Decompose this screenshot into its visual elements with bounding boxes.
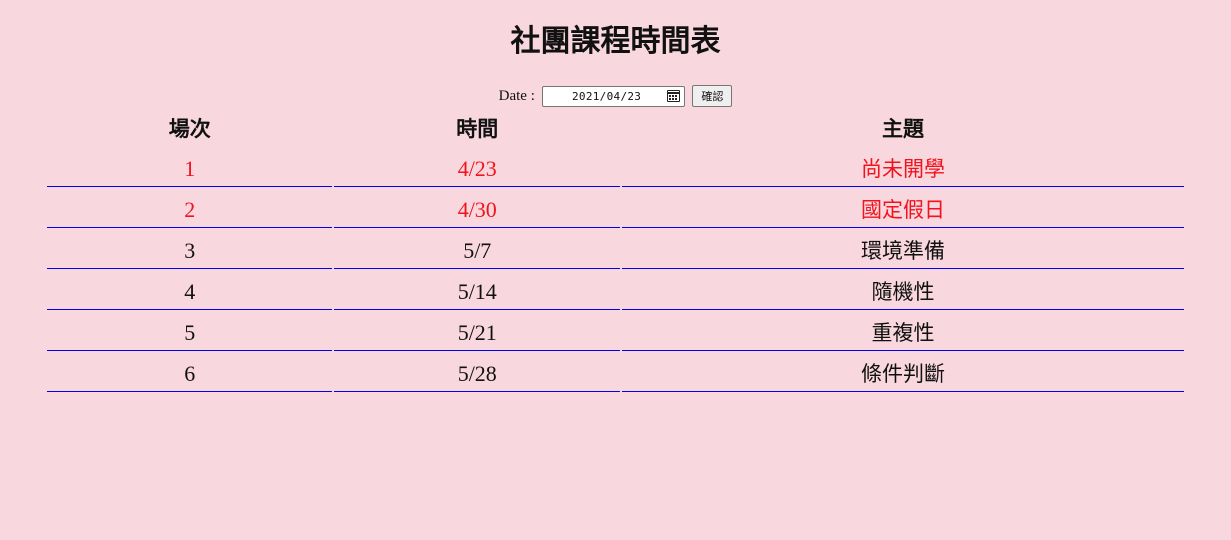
table-row: 5 5/21 重複性 [47,310,1184,351]
header-topic: 主題 [882,117,924,141]
cell-topic: 尚未開學 [622,146,1184,187]
cell-topic: 條件判斷 [622,351,1184,392]
table-row: 4 5/14 隨機性 [47,269,1184,310]
date-label: Date : [498,87,535,104]
calendar-icon[interactable] [666,90,680,102]
date-input[interactable]: 2021/04/23 [541,85,685,107]
cell-session: 3 [47,228,333,269]
cell-date: 5/14 [334,269,621,310]
cell-topic: 隨機性 [622,269,1184,310]
cell-topic: 國定假日 [622,187,1184,228]
table-header-row: 場次 時間 主題 [47,110,1184,146]
page-title: 社團課程時間表 [510,24,721,59]
cell-session: 1 [47,146,333,187]
table-row: 3 5/7 環境準備 [47,228,1184,269]
date-value: 2021/04/23 [571,89,642,103]
cell-session: 4 [47,269,333,310]
cell-date: 4/30 [334,187,621,228]
header-session: 場次 [168,117,211,141]
cell-session: 6 [47,351,333,392]
cell-date: 5/21 [334,310,621,351]
cell-session: 2 [47,187,333,228]
schedule-table: 場次 時間 主題 1 4/23 尚未開學 2 4/30 國定假日 3 5/7 環… [45,110,1186,392]
cell-topic: 環境準備 [622,228,1184,269]
table-row: 2 4/30 國定假日 [47,187,1184,228]
table-row: 1 4/23 尚未開學 [47,146,1184,187]
confirm-button[interactable]: 確認 [692,85,733,107]
date-filter-row: Date : 2021/04/23 確認 [0,85,1231,109]
cell-date: 5/28 [334,351,621,392]
cell-session: 5 [47,310,333,351]
header-time: 時間 [456,117,499,141]
table-row: 6 5/28 條件判斷 [47,351,1184,392]
cell-date: 4/23 [334,146,621,187]
cell-topic: 重複性 [622,310,1184,351]
cell-date: 5/7 [334,228,621,269]
